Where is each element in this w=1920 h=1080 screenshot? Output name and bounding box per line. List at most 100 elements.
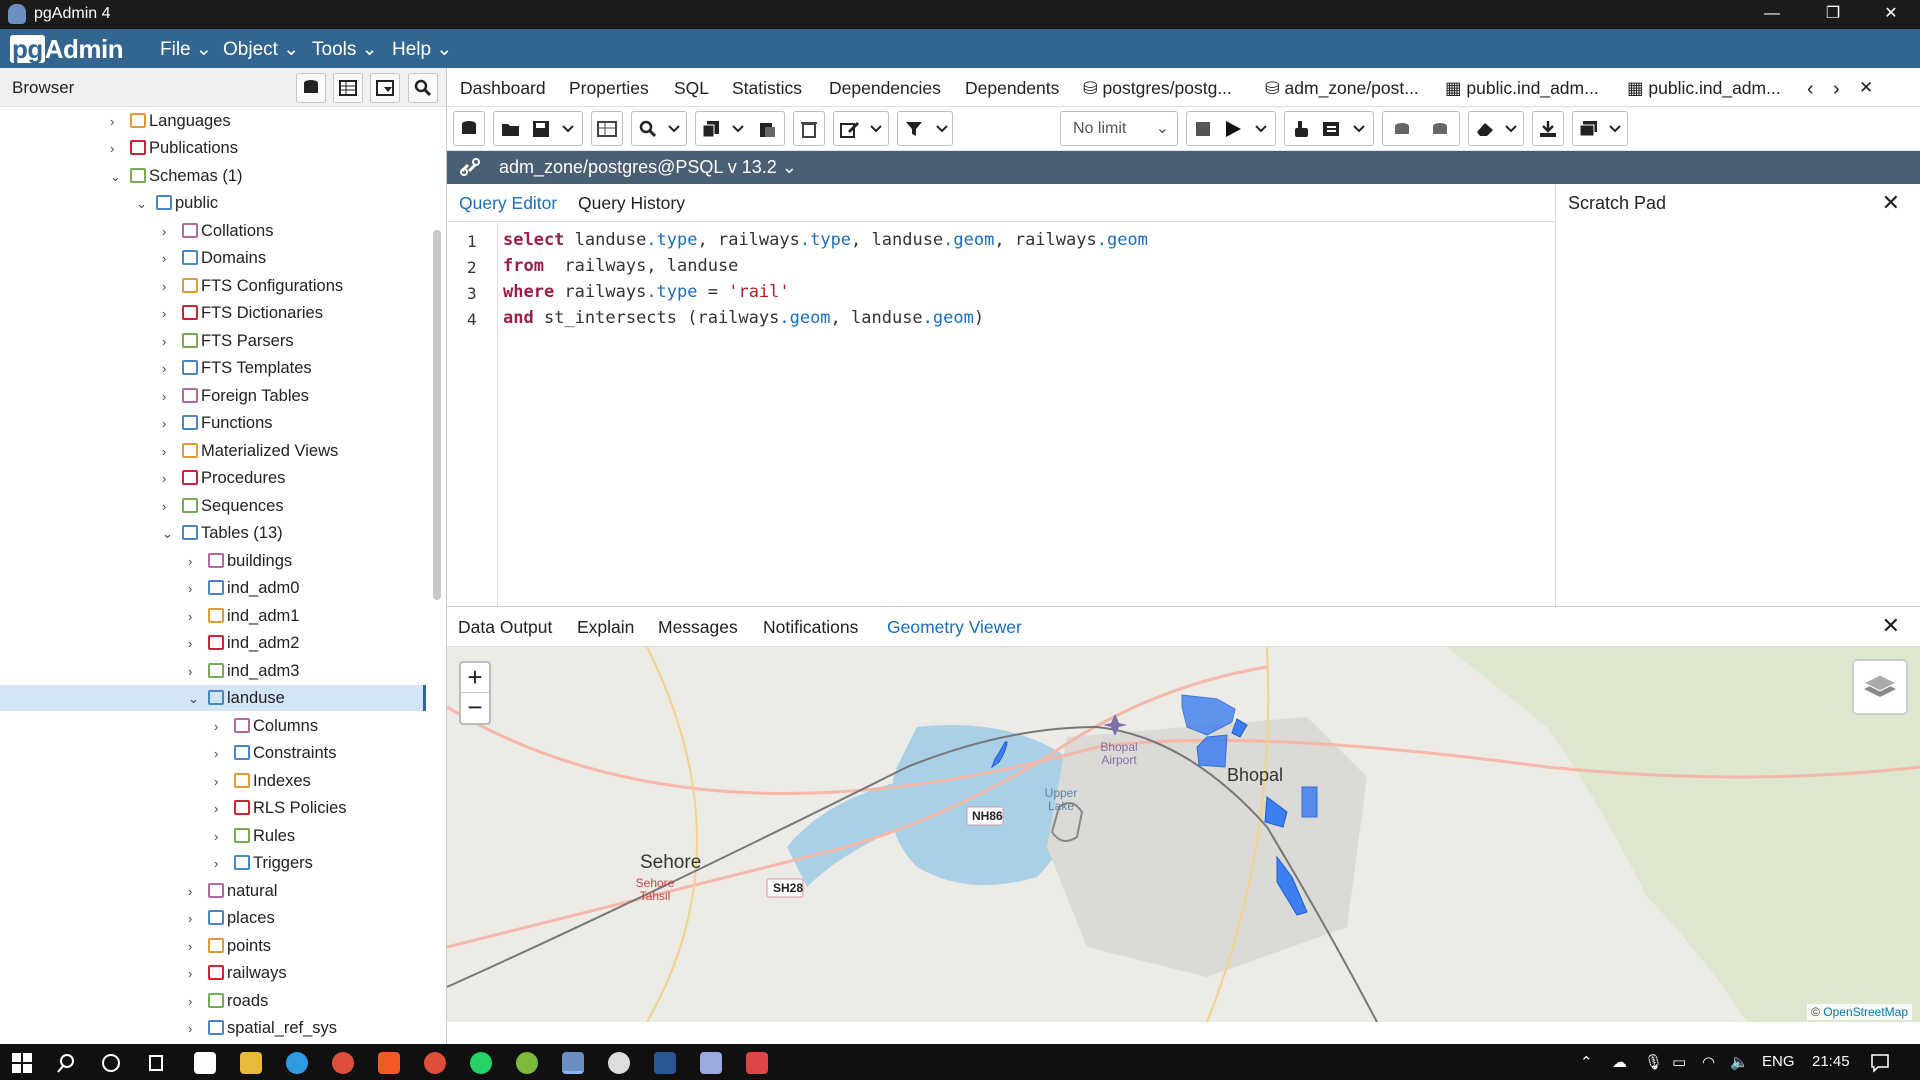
chevron-right-icon[interactable]: ›: [188, 989, 202, 1015]
app-icon[interactable]: [746, 1052, 768, 1074]
chevron-right-icon[interactable]: ›: [162, 466, 176, 492]
chevron-right-icon[interactable]: ›: [188, 576, 202, 602]
tree-node[interactable]: › buildings: [0, 548, 430, 574]
tab-query-adm-zone[interactable]: ⛁ adm_zone/post...: [1265, 78, 1419, 99]
tree-scrollbar[interactable]: [433, 230, 441, 600]
tree-node[interactable]: › roads: [0, 988, 430, 1014]
tree-node[interactable]: › Domains: [0, 245, 430, 271]
wifi-icon[interactable]: ◠: [1702, 1053, 1715, 1071]
brave-icon[interactable]: [378, 1052, 400, 1074]
tree-node[interactable]: › spatial_ref_sys: [0, 1015, 430, 1041]
chevron-right-icon[interactable]: ›: [188, 604, 202, 630]
delete-button[interactable]: [793, 111, 825, 146]
chevron-right-icon[interactable]: ›: [110, 136, 124, 162]
tree-node[interactable]: › natural: [0, 878, 430, 904]
download-button[interactable]: [1532, 111, 1564, 146]
windows-start-icon[interactable]: [12, 1053, 32, 1073]
connection-button[interactable]: [453, 111, 485, 146]
chevron-down-icon[interactable]: ⌄: [188, 686, 202, 712]
tree-node[interactable]: › Constraints: [0, 740, 430, 766]
chevron-right-icon[interactable]: ›: [214, 796, 228, 822]
openstreetmap-link[interactable]: OpenStreetMap: [1823, 1005, 1908, 1019]
chevron-right-icon[interactable]: ›: [188, 1016, 202, 1042]
tab-query-history[interactable]: Query History: [578, 193, 685, 214]
word-icon[interactable]: [654, 1052, 676, 1074]
tree-node[interactable]: › ind_adm0: [0, 575, 430, 601]
find-button-group[interactable]: [631, 111, 687, 146]
layers-button[interactable]: [1852, 659, 1908, 715]
tab-notifications[interactable]: Notifications: [763, 617, 858, 638]
chevron-right-icon[interactable]: ›: [162, 356, 176, 382]
chevron-right-icon[interactable]: ›: [162, 494, 176, 520]
tab-data-output[interactable]: Data Output: [458, 617, 552, 638]
tab-geometry-viewer[interactable]: Geometry Viewer: [877, 617, 1032, 649]
tab-dashboard[interactable]: Dashboard: [460, 78, 546, 99]
chevron-right-icon[interactable]: ›: [214, 824, 228, 850]
chevron-right-icon[interactable]: ›: [214, 714, 228, 740]
pycharm-icon[interactable]: [194, 1052, 216, 1074]
query-tool-button[interactable]: [296, 73, 326, 103]
tab-public-ind-adm-1[interactable]: ▦ public.ind_adm...: [1445, 78, 1599, 99]
tree-node[interactable]: ⌄ landuse: [0, 685, 423, 711]
zoom-out-button[interactable]: −: [461, 693, 489, 723]
zoom-in-button[interactable]: +: [461, 663, 489, 693]
clock[interactable]: 21:45: [1812, 1053, 1850, 1070]
steam-icon[interactable]: [608, 1052, 630, 1074]
macros-button-group[interactable]: [1572, 111, 1628, 146]
minimize-button[interactable]: —: [1749, 0, 1795, 29]
transaction-button-group[interactable]: [1382, 111, 1460, 146]
onedrive-icon[interactable]: ☁: [1612, 1053, 1627, 1071]
tab-query-editor[interactable]: Query Editor: [459, 193, 558, 224]
connection-label[interactable]: adm_zone/postgres@PSQL v 13.2 ⌄: [499, 157, 797, 178]
tree-node[interactable]: › points: [0, 933, 430, 959]
explain-button-group[interactable]: [1284, 111, 1374, 146]
tree-node[interactable]: › Rules: [0, 823, 430, 849]
chevron-right-icon[interactable]: ›: [188, 879, 202, 905]
chevron-right-icon[interactable]: ›: [162, 439, 176, 465]
tray-chevron-icon[interactable]: ⌃: [1580, 1053, 1593, 1071]
tree-node[interactable]: › places: [0, 905, 430, 931]
chevron-right-icon[interactable]: ›: [214, 741, 228, 767]
chevron-right-icon[interactable]: ›: [162, 219, 176, 245]
chevron-right-icon[interactable]: ›: [188, 934, 202, 960]
menu-object[interactable]: Object ⌄: [223, 38, 299, 61]
tree-node[interactable]: › ind_adm1: [0, 603, 430, 629]
tab-scroll-right-icon[interactable]: ›: [1833, 78, 1840, 101]
notepad-icon[interactable]: [700, 1052, 722, 1074]
whatsapp-icon[interactable]: [470, 1052, 492, 1074]
tree-node[interactable]: › ind_adm3: [0, 658, 430, 684]
chevron-down-icon[interactable]: ⌄: [162, 521, 176, 547]
tree-node[interactable]: › railways: [0, 960, 430, 986]
cortana-icon[interactable]: [101, 1053, 121, 1073]
clear-button-group[interactable]: [1468, 111, 1524, 146]
tree-node[interactable]: › Columns: [0, 713, 430, 739]
chevron-right-icon[interactable]: ›: [162, 411, 176, 437]
copy-paste-group[interactable]: [695, 111, 785, 146]
chevron-right-icon[interactable]: ›: [188, 961, 202, 987]
tree-node[interactable]: › Sequences: [0, 493, 430, 519]
menu-help[interactable]: Help ⌄: [392, 38, 452, 61]
tree-node[interactable]: › Collations: [0, 218, 430, 244]
chrome-profile-icon[interactable]: [424, 1052, 446, 1074]
language-indicator[interactable]: ENG: [1762, 1053, 1795, 1070]
filter-button-group[interactable]: [897, 111, 953, 146]
tab-explain[interactable]: Explain: [577, 617, 634, 638]
chevron-right-icon[interactable]: ›: [162, 246, 176, 272]
chevron-right-icon[interactable]: ›: [188, 631, 202, 657]
restore-button[interactable]: ❐: [1810, 0, 1856, 29]
scratch-pad[interactable]: Scratch Pad ✕: [1555, 184, 1920, 606]
tree-node[interactable]: › Functions: [0, 410, 430, 436]
qgis-icon[interactable]: [516, 1052, 538, 1074]
tree-node[interactable]: › FTS Parsers: [0, 328, 430, 354]
tree-node[interactable]: ⌄ Schemas (1): [0, 163, 430, 189]
chevron-right-icon[interactable]: ›: [162, 301, 176, 327]
tab-scroll-left-icon[interactable]: ‹: [1807, 78, 1814, 101]
tree-node[interactable]: › FTS Templates: [0, 355, 430, 381]
close-icon[interactable]: ✕: [1882, 613, 1900, 639]
chevron-right-icon[interactable]: ›: [110, 109, 124, 135]
tab-sql[interactable]: SQL: [674, 78, 709, 99]
tree-node[interactable]: › Publications: [0, 135, 430, 161]
file-button-group[interactable]: [493, 111, 583, 146]
sql-editor[interactable]: 1 2 3 4 select landuse.type, railways.ty…: [447, 222, 1555, 606]
file-explorer-icon[interactable]: [240, 1052, 262, 1074]
